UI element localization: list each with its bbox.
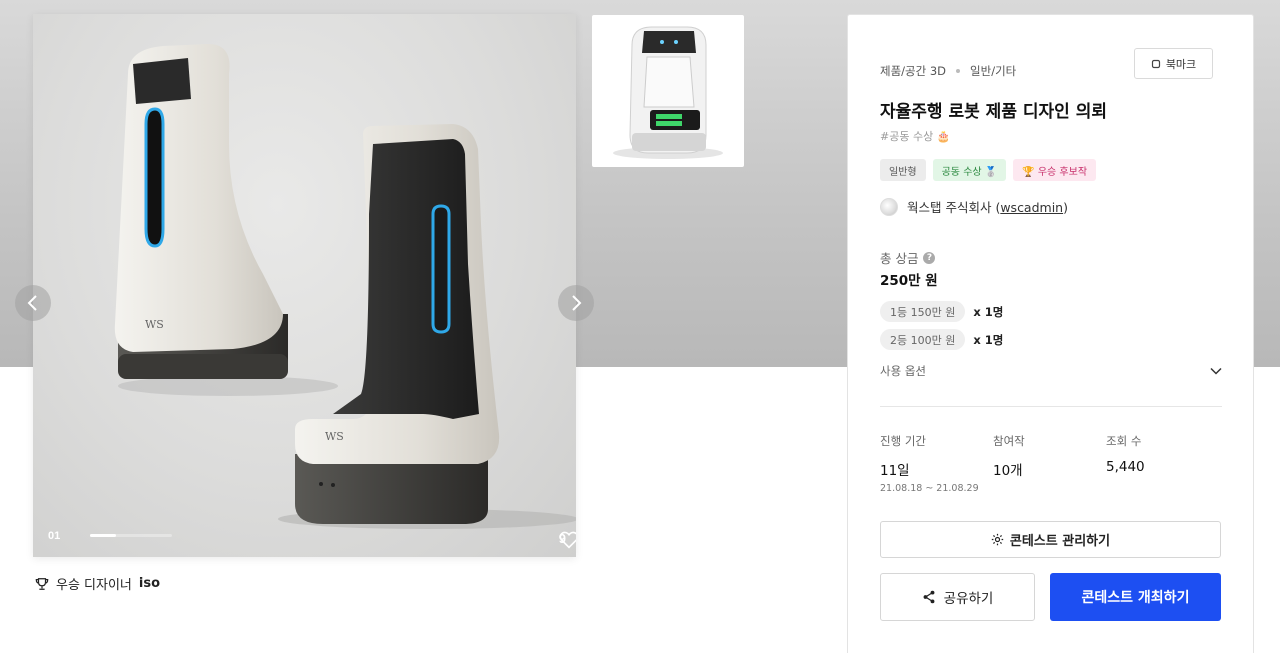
chevron-right-icon — [572, 295, 582, 311]
prize-row: 1등 150만 원 x 1명 — [880, 301, 1003, 322]
stat-date-range: 21.08.18 ~ 21.08.29 — [880, 483, 979, 494]
company-handle-close: ) — [1063, 200, 1068, 215]
stat-label: 참여작 — [993, 434, 1025, 448]
separator-dot — [956, 69, 961, 73]
slide-progress-fill — [90, 534, 117, 537]
prize-count: x 1명 — [973, 332, 1004, 347]
manage-contest-button[interactable]: 콘테스트 관리하기 — [880, 521, 1221, 558]
host-company: 웍스탭 주식회사 (wscadmin) — [880, 197, 1068, 216]
heart-icon — [559, 531, 576, 549]
thumbnail-image[interactable] — [592, 15, 744, 167]
contest-title: 자율주행 로봇 제품 디자인 의뢰 — [880, 102, 1107, 122]
svg-text:WS: WS — [145, 318, 164, 331]
category-breadcrumb: 제품/공간 3D 일반/기타 — [880, 63, 1016, 79]
bookmark-label: 북마크 — [1165, 57, 1197, 71]
main-product-image[interactable]: WS WS 01 9 — [33, 14, 576, 557]
stat-value: 5,440 — [1106, 459, 1145, 475]
company-name: 웍스탭 주식회사 ( — [907, 200, 1001, 215]
slide-index: 01 — [48, 530, 61, 542]
divider — [880, 406, 1222, 407]
share-icon — [923, 590, 935, 604]
stat-entries: 참여작 10개 — [993, 433, 1106, 494]
contest-stats: 진행 기간 11일 21.08.18 ~ 21.08.29 참여작 10개 조회… — [880, 433, 1219, 494]
chevron-left-icon — [27, 295, 37, 311]
badge-list: 일반형 공동 수상 🥈 🏆 우승 후보작 — [880, 159, 1097, 181]
options-dropdown[interactable]: 사용 옵션 — [880, 363, 1222, 379]
prev-slide-button[interactable] — [15, 285, 51, 321]
manage-label: 콘테스트 관리하기 — [1009, 534, 1111, 549]
contest-tagline: #공동 수상 🎂 — [880, 130, 951, 143]
stat-views: 조회 수 5,440 — [1106, 433, 1219, 494]
stat-label: 진행 기간 — [880, 434, 926, 448]
share-label: 공유하기 — [943, 591, 994, 607]
prize-rank: 2등 100만 원 — [880, 329, 966, 350]
stat-value: 10개 — [993, 463, 1023, 479]
trophy-icon — [35, 577, 49, 590]
prize-rank: 1등 150만 원 — [880, 301, 966, 322]
bookmark-icon — [1151, 59, 1160, 68]
bookmark-button[interactable]: 북마크 — [1134, 48, 1213, 79]
prize-row: 2등 100만 원 x 1명 — [880, 329, 1003, 350]
robot-render: WS WS — [114, 44, 576, 529]
share-button[interactable]: 공유하기 — [880, 573, 1035, 621]
robot-thumbnail-render — [613, 26, 723, 159]
gear-icon — [991, 533, 1004, 546]
chevron-down-icon — [1210, 367, 1222, 375]
designer-label: 우승 디자이너 — [56, 578, 132, 593]
prize-label-text: 총 상금 — [880, 251, 919, 266]
badge-winner-candidate: 🏆 우승 후보작 — [1013, 159, 1097, 181]
like-button[interactable]: 9 — [559, 531, 576, 549]
prize-total: 250만 원 — [880, 273, 938, 289]
stat-label: 조회 수 — [1106, 434, 1142, 448]
prize-count: x 1명 — [973, 304, 1004, 319]
category-primary[interactable]: 제품/공간 3D — [880, 63, 946, 79]
svg-text:WS: WS — [325, 430, 344, 443]
category-secondary[interactable]: 일반/기타 — [970, 63, 1016, 79]
contest-info-panel: 제품/공간 3D 일반/기타 북마크 자율주행 로봇 제품 디자인 의뢰 #공동… — [847, 14, 1254, 653]
slide-progress-track — [90, 534, 172, 537]
company-logo-icon — [880, 197, 898, 216]
next-slide-button[interactable] — [558, 285, 594, 321]
help-icon[interactable]: ? — [923, 251, 936, 264]
company-handle-link[interactable]: wscadmin — [1000, 200, 1063, 215]
host-contest-button[interactable]: 콘테스트 개최하기 — [1050, 573, 1221, 621]
winning-designer: 우승 디자이너 iso — [35, 574, 160, 593]
designer-name[interactable]: iso — [139, 576, 160, 591]
options-label: 사용 옵션 — [880, 364, 926, 378]
stat-value: 11일 — [880, 463, 910, 479]
prize-label: 총 상금 ? — [880, 248, 936, 267]
badge-joint-award: 공동 수상 🥈 — [932, 159, 1007, 181]
stat-period: 진행 기간 11일 21.08.18 ~ 21.08.29 — [880, 433, 993, 494]
badge-type: 일반형 — [880, 159, 926, 181]
